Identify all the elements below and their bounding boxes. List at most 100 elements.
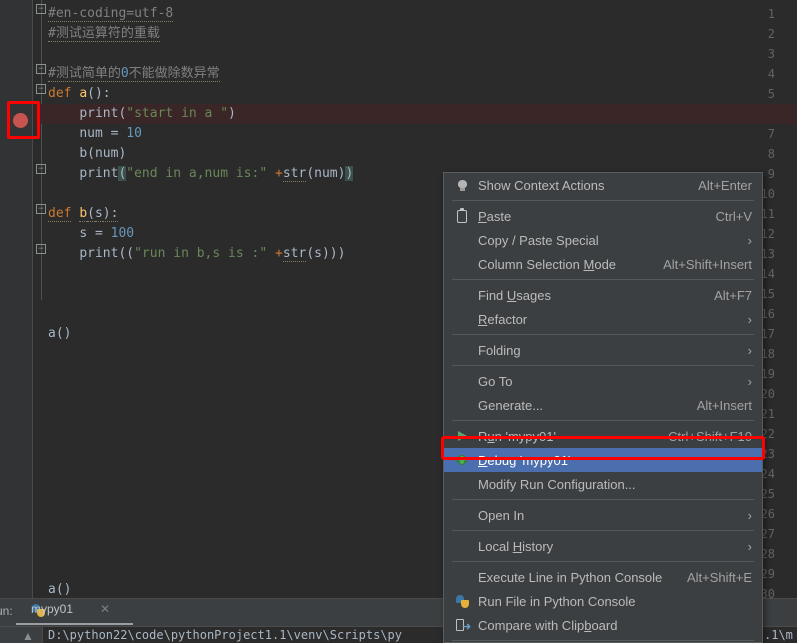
code-line-13: print(("run in b,s is :" +str(s))) — [79, 246, 346, 262]
debug-icon — [452, 452, 472, 468]
menu-separator — [452, 561, 754, 562]
run-tool-label: un: — [0, 604, 13, 618]
code-line-11: def b(s): — [48, 206, 119, 222]
chevron-right-icon: › — [747, 311, 752, 327]
menu-item-run-mypy01[interactable]: Run 'mypy01' Ctrl+Shift+F10 — [444, 424, 762, 448]
code-line-12: s = 100 — [79, 226, 135, 241]
menu-item-label: Modify Run Configuration... — [478, 476, 636, 492]
menu-item-label: Folding — [478, 342, 521, 358]
menu-item-generate[interactable]: Generate... Alt+Insert — [444, 393, 762, 417]
code-line-2: #测试运算符的重载 — [48, 26, 160, 42]
menu-item-folding[interactable]: Folding › — [444, 338, 762, 362]
menu-item-label: Open In — [478, 507, 525, 523]
fold-marker-line4[interactable]: − — [36, 64, 46, 74]
menu-item-refactor[interactable]: Refactor › — [444, 307, 762, 331]
code-folding-rail — [41, 0, 42, 300]
menu-item-label: Generate... — [478, 397, 544, 413]
menu-item-run-file-in-python-console[interactable]: Run File in Python Console — [444, 589, 762, 613]
menu-item-label: Run 'mypy01' — [478, 428, 556, 444]
menu-item-show-context-actions[interactable]: Show Context Actions Alt+Enter — [444, 173, 762, 197]
code-line-16: a() — [48, 326, 72, 341]
menu-item-label: Go To — [478, 373, 513, 389]
icon-placeholder — [452, 373, 472, 389]
pycharm-window: 1234567891011121314151617181920212223242… — [0, 0, 797, 643]
console-command-line: D:\python22\code\pythonProject1.1\venv\S… — [48, 628, 403, 642]
menu-item-shortcut: Alt+Enter — [698, 177, 752, 193]
menu-item-label: Paste — [478, 208, 512, 224]
editor-gutter[interactable] — [0, 0, 33, 598]
icon-placeholder — [452, 397, 472, 413]
menu-item-open-in[interactable]: Open In › — [444, 503, 762, 527]
compare-icon: ➜ — [452, 617, 472, 633]
chevron-right-icon: › — [747, 538, 752, 554]
icon-placeholder — [452, 476, 472, 492]
menu-item-go-to[interactable]: Go To › — [444, 369, 762, 393]
fold-marker-line11[interactable]: − — [36, 204, 46, 214]
menu-item-label: Compare with Clipboard — [478, 617, 618, 633]
menu-item-debug-mypy01[interactable]: Debug 'mypy01' — [444, 448, 762, 472]
menu-separator — [452, 420, 754, 421]
scroll-up-icon[interactable]: ▲ — [22, 629, 34, 643]
code-line-4: #测试简单的0不能做除数异常 — [48, 66, 220, 82]
fold-marker-line9[interactable]: − — [36, 164, 46, 174]
menu-item-compare-with-clipboard[interactable]: ➜ Compare with Clipboard — [444, 613, 762, 637]
icon-placeholder — [452, 232, 472, 248]
menu-item-find-usages[interactable]: Find Usages Alt+F7 — [444, 283, 762, 307]
code-line-8: b(num) — [79, 146, 127, 161]
menu-item-label: Copy / Paste Special — [478, 232, 599, 248]
code-line-9: print("end in a,num is:" +str(num)) — [79, 166, 354, 182]
menu-separator — [452, 640, 754, 641]
run-tab-label: mypy01 — [31, 602, 74, 616]
menu-item-label: Execute Line in Python Console — [478, 569, 663, 585]
menu-separator — [452, 530, 754, 531]
menu-item-shortcut: Alt+F7 — [714, 287, 752, 303]
icon-placeholder — [452, 507, 472, 523]
code-line-5: def a(): — [48, 86, 111, 101]
chevron-right-icon: › — [747, 373, 752, 389]
clipboard-icon — [452, 207, 472, 224]
icon-placeholder — [452, 311, 472, 327]
console-right-fragment: .1\m — [764, 628, 793, 642]
menu-item-label: Refactor — [478, 311, 528, 327]
chevron-right-icon: › — [747, 232, 752, 248]
lightbulb-icon — [452, 177, 472, 193]
icon-placeholder — [452, 256, 472, 272]
menu-item-modify-run-configuration[interactable]: Modify Run Configuration... — [444, 472, 762, 496]
run-tab-active-underline — [16, 623, 133, 625]
close-icon[interactable]: ✕ — [100, 602, 110, 616]
code-line-last: a() — [48, 582, 72, 597]
python-icon — [452, 593, 472, 609]
menu-item-local-history[interactable]: Local History › — [444, 534, 762, 558]
fold-marker-line5[interactable]: − — [36, 84, 46, 94]
chevron-right-icon: › — [747, 342, 752, 358]
menu-item-copy-paste-special[interactable]: Copy / Paste Special › — [444, 228, 762, 252]
menu-separator — [452, 279, 754, 280]
menu-item-shortcut: Ctrl+V — [715, 208, 752, 224]
menu-item-label: Find Usages — [478, 287, 551, 303]
code-line-6: print("start in a ") — [79, 106, 236, 121]
fold-marker-line13[interactable]: − — [36, 244, 46, 254]
menu-item-shortcut: Alt+Shift+Insert — [663, 256, 752, 272]
menu-item-shortcut: Alt+Insert — [696, 397, 752, 413]
code-line-7: num = 10 — [79, 126, 142, 141]
menu-separator — [452, 365, 754, 366]
editor-context-menu[interactable]: Show Context Actions Alt+Enter Paste Ctrl+V… — [443, 172, 763, 643]
icon-placeholder — [452, 538, 472, 554]
menu-item-shortcut: Ctrl+Shift+F10 — [668, 428, 752, 444]
menu-separator — [452, 200, 754, 201]
menu-item-paste[interactable]: Paste Ctrl+V — [444, 204, 762, 228]
menu-item-column-selection-mode[interactable]: Column Selection Mode Alt+Shift+Insert — [444, 252, 762, 276]
menu-item-label: Column Selection Mode — [478, 256, 617, 272]
breakpoint-annotation-box — [7, 101, 40, 139]
menu-separator — [452, 499, 754, 500]
menu-item-label: Run File in Python Console — [478, 593, 636, 609]
menu-item-shortcut: Alt+Shift+E — [686, 569, 752, 585]
menu-item-label: Local History — [478, 538, 554, 554]
fold-marker-line1[interactable]: − — [36, 4, 46, 14]
icon-placeholder — [452, 569, 472, 585]
menu-item-execute-line-in-python-console[interactable]: Execute Line in Python Console Alt+Shift+… — [444, 565, 762, 589]
icon-placeholder — [452, 342, 472, 358]
menu-separator — [452, 334, 754, 335]
code-line-1: #en-coding=utf-8 — [48, 6, 174, 22]
run-icon — [452, 428, 472, 444]
